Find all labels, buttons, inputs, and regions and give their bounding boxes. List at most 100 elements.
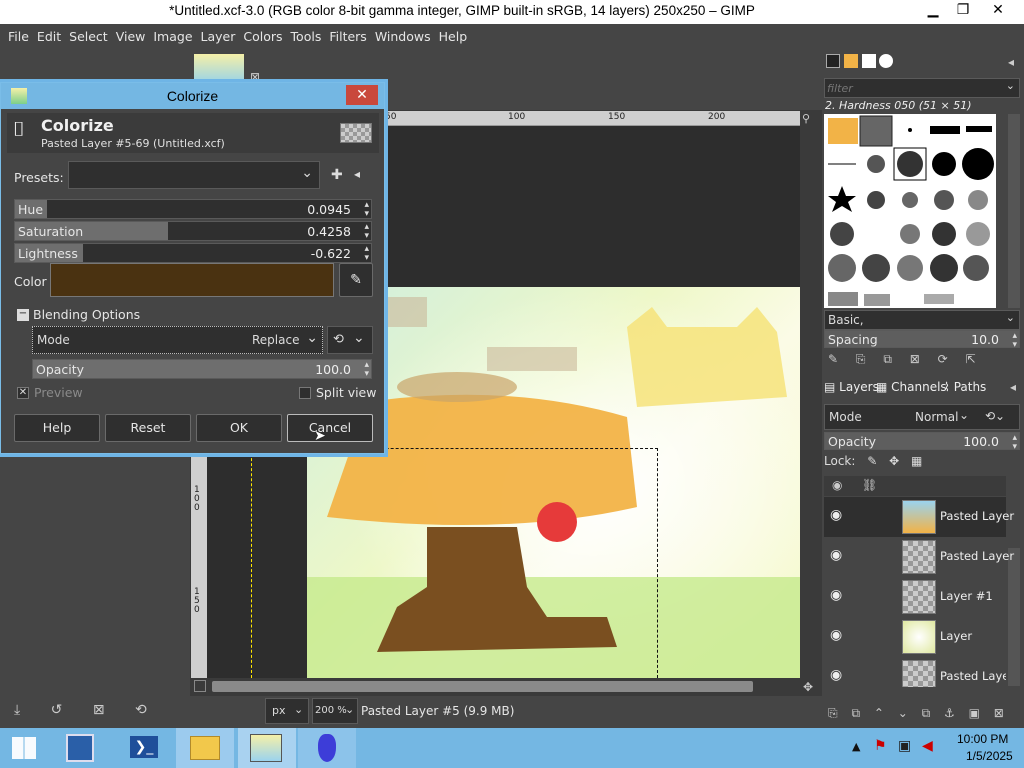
- reset-button[interactable]: Reset: [105, 414, 191, 442]
- action-center-icon[interactable]: ⚑: [874, 738, 887, 754]
- minimize-icon[interactable]: ▁: [918, 0, 948, 20]
- blend-mode-combo[interactable]: Mode Replace ⌄: [32, 326, 323, 354]
- close-icon[interactable]: ✕: [346, 85, 378, 105]
- gimp-taskbar-icon[interactable]: [238, 728, 296, 768]
- chevron-down-icon[interactable]: ⌄: [294, 703, 303, 716]
- lock-alpha-icon[interactable]: ▦: [911, 454, 922, 468]
- layer-opacity-slider[interactable]: Opacity 100.0 ▴ ▾: [824, 432, 1020, 452]
- lightness-slider[interactable]: Lightness -0.622 ▴ ▾: [14, 243, 372, 263]
- horizontal-scroll-thumb[interactable]: [212, 681, 753, 692]
- help-button[interactable]: Help: [14, 414, 100, 442]
- eye-icon[interactable]: ◉: [830, 507, 842, 523]
- server-manager-icon[interactable]: [52, 728, 110, 768]
- gimp-wilber-icon[interactable]: [298, 728, 356, 768]
- layer-row[interactable]: ◉ Pasted Layer: [824, 497, 1014, 537]
- color-swatch-button[interactable]: [50, 263, 334, 297]
- brush-actions[interactable]: ✎ ⎘ ⧉ ⊠ ⟳ ⇱: [828, 352, 1018, 368]
- volume-muted-icon[interactable]: ◀: [922, 738, 933, 754]
- opacity-slider[interactable]: Opacity 100.0 ▴ ▾: [32, 359, 372, 379]
- layer-name[interactable]: Layer: [940, 629, 972, 643]
- zoom-value[interactable]: 200 %: [315, 705, 347, 716]
- layer-row[interactable]: ◉ Pasted Layer: [824, 657, 1006, 687]
- layer-mode-value[interactable]: Normal: [915, 410, 958, 424]
- menu-file[interactable]: File: [0, 24, 29, 50]
- brush-grid[interactable]: [824, 114, 996, 308]
- collapse-icon[interactable]: −: [17, 309, 29, 321]
- blending-options-label[interactable]: Blending Options: [33, 307, 140, 322]
- chevron-down-icon[interactable]: ⌄: [306, 330, 318, 346]
- blend-mode-value[interactable]: Replace: [252, 333, 299, 347]
- menu-tools[interactable]: Tools: [283, 24, 322, 50]
- chevron-down-icon[interactable]: ⌄: [353, 330, 365, 346]
- brush-filter-input[interactable]: [827, 80, 997, 96]
- color-picker-icon[interactable]: ✎: [339, 263, 373, 297]
- menu-colors[interactable]: Colors: [235, 24, 282, 50]
- presets-combo[interactable]: ⌄: [68, 161, 320, 189]
- layer-name[interactable]: Layer #1: [940, 589, 993, 603]
- zoom-icon[interactable]: ⚲: [802, 112, 816, 126]
- maximize-icon[interactable]: ❐: [948, 0, 978, 20]
- saturation-slider[interactable]: Saturation 0.4258 ▴ ▾: [14, 221, 372, 241]
- tray-expand-icon[interactable]: ▲: [852, 740, 860, 753]
- brush-grid-scrollbar[interactable]: [1008, 114, 1020, 308]
- tab-channels[interactable]: ▦ Channels: [876, 380, 947, 394]
- eye-icon[interactable]: ◉: [830, 587, 842, 603]
- preview-checkbox[interactable]: ✕: [17, 387, 29, 399]
- layer-row[interactable]: ◉ Layer #1: [824, 577, 1006, 617]
- layer-row[interactable]: ◉ Pasted Layer: [824, 537, 1014, 577]
- dock-menu-icon[interactable]: ◂: [1008, 55, 1014, 69]
- eye-icon[interactable]: ◉: [830, 627, 842, 643]
- dock-menu-icon[interactable]: ◂: [1010, 380, 1016, 394]
- layer-name[interactable]: Pasted Layer: [940, 509, 1014, 523]
- menu-filters[interactable]: Filters: [321, 24, 366, 50]
- split-view-checkbox[interactable]: [299, 387, 311, 399]
- tab-layers[interactable]: ▤ Layers: [824, 380, 879, 394]
- ok-button[interactable]: OK: [196, 414, 282, 442]
- layer-name[interactable]: Pasted Layer: [940, 549, 1014, 563]
- menu-help[interactable]: Help: [431, 24, 468, 50]
- clock-time[interactable]: 10:00 PM: [957, 732, 1008, 746]
- chevron-down-icon[interactable]: ⌄: [959, 408, 969, 422]
- spin-icon[interactable]: ▴ ▾: [364, 361, 369, 379]
- brush-tag-value[interactable]: Basic,: [828, 313, 864, 327]
- chevron-down-icon[interactable]: ⌄: [1006, 311, 1015, 324]
- brush-spacing-slider[interactable]: Spacing 10.0 ▴ ▾: [824, 330, 1020, 350]
- network-icon[interactable]: ▣: [898, 738, 911, 754]
- close-icon[interactable]: ✕: [980, 0, 1016, 20]
- spin-icon[interactable]: ▴ ▾: [364, 201, 369, 219]
- menu-image[interactable]: Image: [145, 24, 192, 50]
- cancel-button[interactable]: Cancel: [287, 414, 373, 442]
- spin-icon[interactable]: ▴ ▾: [364, 245, 369, 263]
- unit-value[interactable]: px: [272, 704, 286, 717]
- brush-dock-tabs[interactable]: [826, 54, 910, 72]
- quick-mask-icon[interactable]: [194, 680, 206, 692]
- clock-date[interactable]: 1/5/2025: [966, 749, 1013, 763]
- eye-icon[interactable]: ◉: [830, 547, 842, 563]
- composite-mode-icon[interactable]: ⟲⌄: [985, 409, 1005, 423]
- lock-position-icon[interactable]: ✥: [889, 454, 899, 468]
- layer-actions[interactable]: ⎘ ⧉ ⌃ ⌄ ⧉ ⚓ ▣ ⊠: [828, 706, 1020, 722]
- menu-view[interactable]: View: [108, 24, 146, 50]
- menu-layer[interactable]: Layer: [193, 24, 236, 50]
- spin-icon[interactable]: ▴ ▾: [1012, 332, 1017, 350]
- chevron-down-icon[interactable]: ⌄: [301, 165, 313, 181]
- layer-name[interactable]: Pasted Layer: [940, 669, 1006, 683]
- tool-options-buttons[interactable]: ⤓ ↺ ⊠ ⟲: [14, 702, 184, 722]
- chevron-down-icon[interactable]: ⌄: [1006, 79, 1015, 92]
- file-explorer-icon[interactable]: [176, 728, 234, 768]
- lock-pixels-icon[interactable]: ✎: [867, 454, 877, 468]
- layer-row[interactable]: ◉ Layer: [824, 617, 1006, 657]
- powershell-icon[interactable]: ❯_: [116, 728, 174, 768]
- eye-icon[interactable]: ◉: [830, 667, 842, 683]
- layer-mode-combo[interactable]: Mode Normal ⌄ ⟲⌄: [824, 404, 1020, 430]
- tab-paths[interactable]: ⌇ Paths: [944, 380, 986, 394]
- layers-scrollbar[interactable]: [1008, 548, 1020, 686]
- menu-select[interactable]: Select: [61, 24, 108, 50]
- spin-icon[interactable]: ▴ ▾: [1012, 434, 1017, 452]
- composite-mode-combo[interactable]: ⟲ ⌄: [327, 326, 373, 354]
- start-button[interactable]: [0, 728, 58, 768]
- menu-windows[interactable]: Windows: [367, 24, 431, 50]
- add-preset-icon[interactable]: ✚: [331, 167, 343, 183]
- menu-edit[interactable]: Edit: [29, 24, 61, 50]
- preset-menu-icon[interactable]: ◂: [354, 167, 360, 181]
